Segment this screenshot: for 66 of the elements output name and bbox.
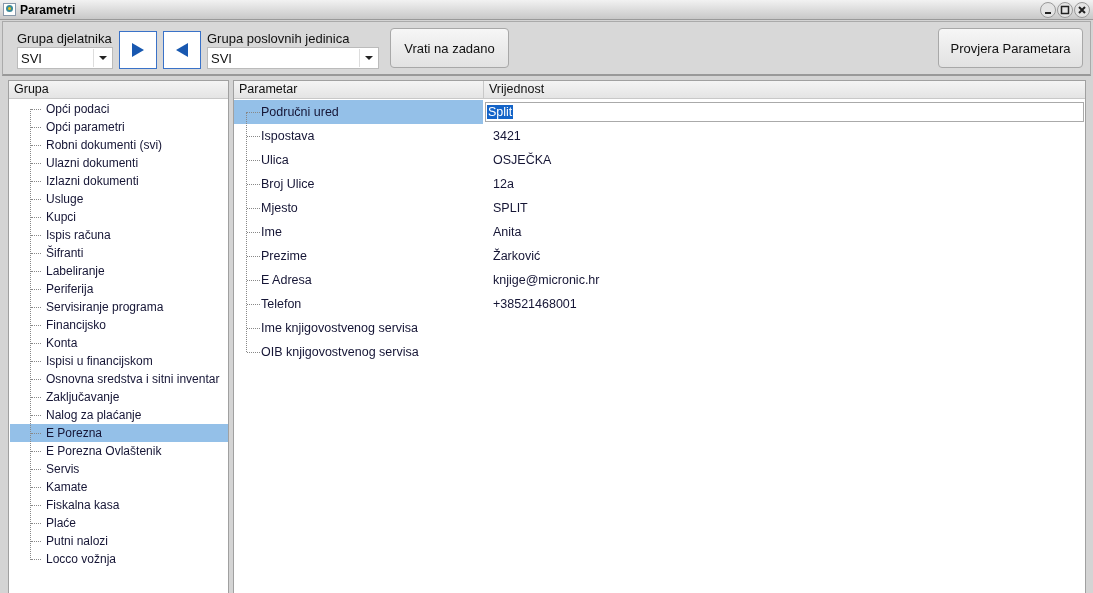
check-button[interactable]: Provjera Parametara: [938, 28, 1083, 68]
tree-item[interactable]: E Porezna Ovlaštenik: [10, 442, 228, 460]
tree-item[interactable]: Kupci: [10, 208, 228, 226]
parameter-value: Žarković: [492, 249, 541, 263]
parameter-name[interactable]: Mjesto: [234, 196, 483, 220]
parameter-value: Anita: [492, 225, 522, 239]
tree-item[interactable]: E Porezna: [10, 424, 228, 442]
parameter-value: 12a: [492, 177, 514, 191]
parameter-value: knjige@micronic.hr: [492, 273, 600, 287]
parameter-name[interactable]: OIB knjigovostvenog servisa: [234, 340, 483, 364]
tree-item[interactable]: Locco vožnja: [10, 550, 228, 568]
move-right-button[interactable]: [119, 31, 157, 69]
tree-item[interactable]: Ispis računa: [10, 226, 228, 244]
tree-item[interactable]: Izlazni dokumenti: [10, 172, 228, 190]
field-label: Grupa djelatnika: [17, 31, 113, 46]
maximize-icon[interactable]: [1057, 1, 1073, 18]
tree-item[interactable]: Periferija: [10, 280, 228, 298]
tree-item[interactable]: Šifranti: [10, 244, 228, 262]
employee-group-combo[interactable]: SVI: [17, 47, 113, 69]
minimize-icon[interactable]: [1040, 1, 1056, 18]
tree-item[interactable]: Servis: [10, 460, 228, 478]
parameter-name[interactable]: Područni ured: [234, 100, 483, 124]
dropdown-icon: [365, 56, 373, 60]
tree-item[interactable]: Servisiranje programa: [10, 298, 228, 316]
window-title: Parametri: [20, 2, 76, 17]
app-icon: [3, 3, 16, 16]
tree-item[interactable]: Putni nalozi: [10, 532, 228, 550]
unit-group-combo[interactable]: SVI: [207, 47, 379, 69]
tree-item[interactable]: Nalog za plaćanje: [10, 406, 228, 424]
parameter-name[interactable]: Ulica: [234, 148, 483, 172]
parameter-name[interactable]: E Adresa: [234, 268, 483, 292]
move-left-button[interactable]: [163, 31, 201, 69]
reset-button[interactable]: Vrati na zadano: [390, 28, 509, 68]
close-icon[interactable]: [1074, 1, 1090, 18]
column-header[interactable]: Parametar: [234, 81, 484, 98]
tree-item[interactable]: Ispisi u financijskom: [10, 352, 228, 370]
play-icon: [132, 43, 144, 57]
parameter-value: 3421: [492, 129, 521, 143]
parameter-name[interactable]: Prezime: [234, 244, 483, 268]
column-header[interactable]: Vrijednost: [484, 81, 545, 98]
value-field[interactable]: Split: [485, 102, 1084, 122]
tree-item[interactable]: Konta: [10, 334, 228, 352]
tree-item[interactable]: Opći parametri: [10, 118, 228, 136]
field-label: Grupa poslovnih jedinica: [207, 31, 351, 46]
tree-item[interactable]: Fiskalna kasa: [10, 496, 228, 514]
tree-item[interactable]: Plaće: [10, 514, 228, 532]
tree-item[interactable]: Ulazni dokumenti: [10, 154, 228, 172]
tree-item[interactable]: Labeliranje: [10, 262, 228, 280]
parameter-value: SPLIT: [492, 201, 528, 215]
tree-item[interactable]: Osnovna sredstva i sitni inventar: [10, 370, 228, 388]
dropdown-icon: [99, 56, 107, 60]
column-header[interactable]: Grupa: [9, 81, 49, 98]
back-icon: [176, 43, 188, 57]
parameter-name[interactable]: Telefon: [234, 292, 483, 316]
tree-item[interactable]: Kamate: [10, 478, 228, 496]
tree-item[interactable]: Zaključavanje: [10, 388, 228, 406]
tree-item[interactable]: Usluge: [10, 190, 228, 208]
parameter-name[interactable]: Broj Ulice: [234, 172, 483, 196]
parameter-name[interactable]: Ime: [234, 220, 483, 244]
tree-item[interactable]: Opći podaci: [10, 100, 228, 118]
parameter-value: +38521468001: [492, 297, 577, 311]
tree-item[interactable]: Robni dokumenti (svi): [10, 136, 228, 154]
parameter-name[interactable]: Ime knjigovostvenog servisa: [234, 316, 483, 340]
parameter-name[interactable]: Ispostava: [234, 124, 483, 148]
parameter-value: OSJEČKA: [492, 153, 552, 167]
tree-item[interactable]: Financijsko: [10, 316, 228, 334]
